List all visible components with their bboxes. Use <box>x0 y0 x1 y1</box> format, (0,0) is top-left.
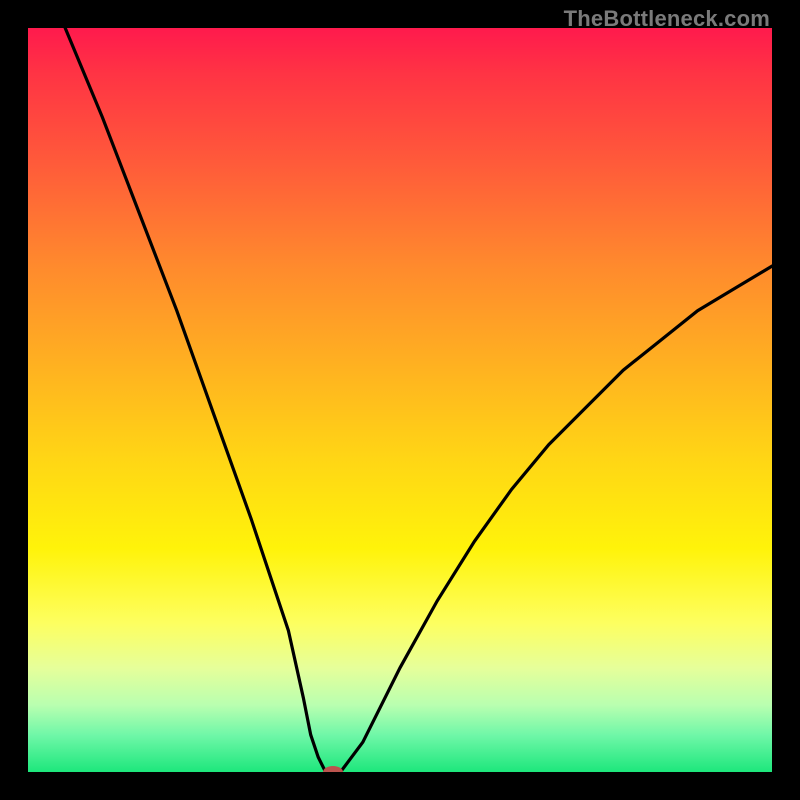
bottleneck-curve <box>65 28 772 772</box>
curve-svg <box>28 28 772 772</box>
plot-area <box>28 28 772 772</box>
chart-frame: TheBottleneck.com <box>0 0 800 800</box>
min-point-marker <box>323 766 343 772</box>
